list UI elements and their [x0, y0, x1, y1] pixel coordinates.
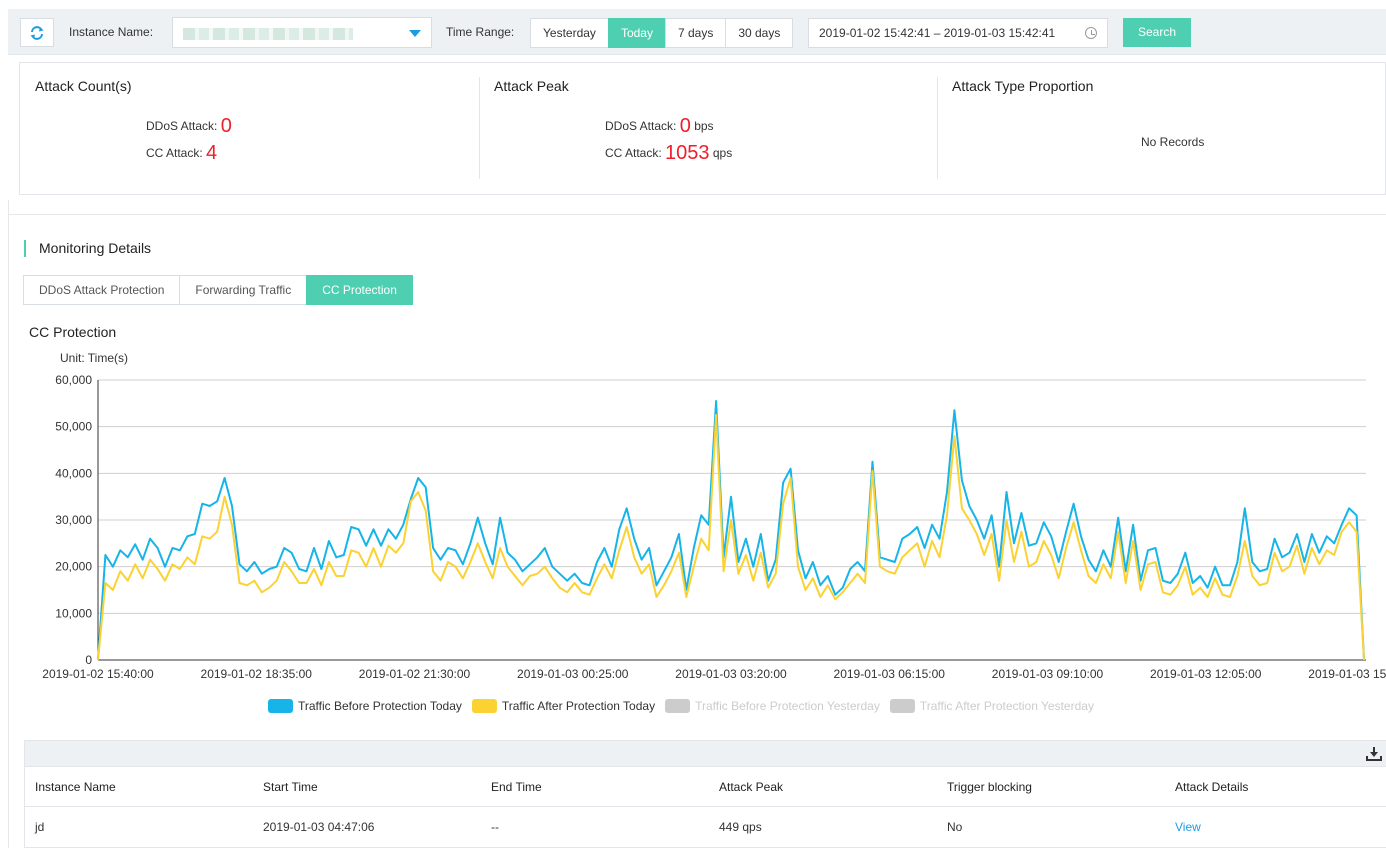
ddos-attack-peak-value: 0 — [679, 115, 691, 137]
filter-toolbar: Instance Name: Time Range: Yesterday Tod… — [8, 9, 1386, 55]
x-tick-label: 2019-01-03 06:15:00 — [834, 667, 946, 681]
cell-start-time: 2019-01-03 04:47:06 — [263, 820, 375, 834]
cc-attack-label: CC Attack: — [605, 146, 662, 160]
attack-type-card: Attack Type Proportion No Records — [937, 63, 1385, 195]
section-accent-bar — [24, 240, 26, 257]
column-header: Attack Peak — [719, 780, 784, 794]
attack-peak-title: Attack Peak — [494, 78, 569, 94]
legend-swatch — [665, 699, 691, 713]
column-header: End Time — [491, 780, 542, 794]
ddos-attack-label: DDoS Attack: — [605, 119, 677, 133]
y-tick-label: 10,000 — [55, 606, 92, 620]
attack-peak-card: Attack Peak DDoS Attack: 0 bps CC Attack… — [479, 63, 937, 195]
cc-attack-count: CC Attack: 4 — [146, 142, 217, 165]
cc-attack-peak-value: 1053 — [665, 142, 710, 164]
column-header: Trigger blocking — [947, 780, 1032, 794]
chevron-down-icon — [409, 30, 421, 37]
cc-attack-label: CC Attack: — [146, 146, 203, 160]
search-button[interactable]: Search — [1123, 18, 1191, 47]
monitoring-details-title: Monitoring Details — [39, 240, 152, 256]
attack-count-card: Attack Count(s) DDoS Attack: 0 CC Attack… — [20, 63, 479, 195]
y-tick-label: 50,000 — [55, 420, 92, 434]
y-tick-label: 40,000 — [55, 466, 92, 480]
legend-swatch — [471, 699, 497, 713]
attack-type-title: Attack Type Proportion — [952, 78, 1094, 94]
view-details-link[interactable]: View — [1175, 807, 1201, 847]
range-yesterday-button[interactable]: Yesterday — [530, 18, 609, 48]
cell-attack-peak: 449 qps — [719, 820, 762, 834]
date-range-picker[interactable]: 2019-01-02 15:42:41 – 2019-01-03 15:42:4… — [808, 18, 1108, 48]
legend-label: Traffic After Protection Today — [501, 699, 656, 713]
chart-legend: Traffic Before Protection Today Traffic … — [268, 699, 1094, 713]
column-header: Instance Name — [35, 780, 116, 794]
x-tick-label: 2019-01-03 12:05:00 — [1150, 667, 1262, 681]
cell-instance-name: jd — [35, 820, 45, 834]
ddos-attack-count: DDoS Attack: 0 — [146, 115, 232, 138]
tab-cc-protection[interactable]: CC Protection — [306, 275, 413, 305]
cc-protection-chart: Unit: Time(s) 0 10,000 20,000 30,000 40,000 50… — [42, 351, 1386, 681]
table-row: jd 2019-01-03 04:47:06 -- 449 qps No Vie… — [25, 807, 1386, 847]
divider — [8, 214, 1386, 215]
y-tick-label: 30,000 — [55, 513, 92, 527]
time-range-group: Yesterday Today 7 days 30 days — [530, 18, 794, 48]
x-tick-label: 2019-01-03 09:10:00 — [992, 667, 1104, 681]
time-range-label: Time Range: — [446, 25, 515, 39]
legend-swatch — [268, 699, 293, 713]
legend-label: Traffic Before Protection Today — [298, 699, 462, 713]
attack-count-title: Attack Count(s) — [35, 78, 132, 94]
no-records-text: No Records — [1141, 135, 1205, 149]
attack-summary-panel: Attack Count(s) DDoS Attack: 0 CC Attack… — [19, 62, 1386, 195]
y-tick-label: 0 — [85, 653, 92, 667]
clock-icon — [1085, 27, 1097, 39]
column-header: Attack Details — [1175, 780, 1249, 794]
instance-value — [183, 28, 353, 40]
series-line-before-today — [97, 400, 1365, 661]
legend-swatch — [889, 699, 915, 713]
cc-attack-peak: CC Attack: 1053 qps — [605, 142, 732, 165]
cell-trigger-blocking: No — [947, 820, 963, 834]
unit-label: Unit: Time(s) — [60, 351, 128, 365]
x-tick-label: 2019-01-03 00:25:00 — [517, 667, 629, 681]
legend-before-yesterday[interactable]: Traffic Before Protection Yesterday — [665, 699, 880, 713]
column-header: Start Time — [263, 780, 318, 794]
cc-peak-unit: qps — [712, 146, 733, 160]
tab-forwarding-traffic[interactable]: Forwarding Traffic — [179, 275, 308, 305]
range-30-days-button[interactable]: 30 days — [725, 18, 794, 48]
ddos-attack-count-value: 0 — [220, 115, 232, 137]
instance-select[interactable] — [172, 17, 432, 48]
y-tick-label: 20,000 — [55, 560, 92, 574]
monitoring-tabs: DDoS Attack Protection Forwarding Traffi… — [23, 275, 413, 305]
x-tick-label: 2019-01-02 15:40:00 — [42, 667, 154, 681]
ddos-attack-peak: DDoS Attack: 0 bps — [605, 115, 714, 138]
x-tick-label: 2019-01-02 18:35:00 — [201, 667, 313, 681]
instance-name-label: Instance Name: — [69, 25, 154, 39]
series-line-after-today — [97, 414, 1365, 661]
cell-end-time: -- — [491, 820, 499, 834]
cc-attack-count-value: 4 — [206, 142, 218, 164]
x-tick-label: 2019-01-03 03:20:00 — [675, 667, 787, 681]
tab-ddos-attack-protection[interactable]: DDoS Attack Protection — [23, 275, 181, 305]
date-range-text: 2019-01-02 15:42:41 – 2019-01-03 15:42:4… — [819, 26, 1056, 40]
legend-before-today[interactable]: Traffic Before Protection Today — [268, 699, 462, 713]
legend-label: Traffic After Protection Yesterday — [919, 699, 1094, 713]
table-toolbar — [25, 741, 1386, 767]
y-tick-label: 60,000 — [55, 373, 92, 387]
x-tick-label: 2019-01-02 21:30:00 — [359, 667, 471, 681]
range-today-button[interactable]: Today — [607, 18, 666, 48]
table-header: Instance Name Start Time End Time Attack… — [25, 767, 1386, 807]
legend-after-today[interactable]: Traffic After Protection Today — [471, 699, 656, 713]
legend-label: Traffic Before Protection Yesterday — [695, 699, 880, 713]
refresh-button[interactable] — [20, 18, 54, 47]
download-icon[interactable] — [1366, 746, 1382, 762]
refresh-icon — [30, 25, 44, 40]
x-tick-label: 2019-01-03 15:00:00 — [1308, 667, 1386, 681]
legend-after-yesterday[interactable]: Traffic After Protection Yesterday — [889, 699, 1094, 713]
range-7-days-button[interactable]: 7 days — [664, 18, 727, 48]
ddos-peak-unit: bps — [694, 119, 714, 133]
ddos-attack-label: DDoS Attack: — [146, 119, 218, 133]
chart-title: CC Protection — [29, 324, 117, 340]
attack-table: Instance Name Start Time End Time Attack… — [24, 740, 1386, 848]
